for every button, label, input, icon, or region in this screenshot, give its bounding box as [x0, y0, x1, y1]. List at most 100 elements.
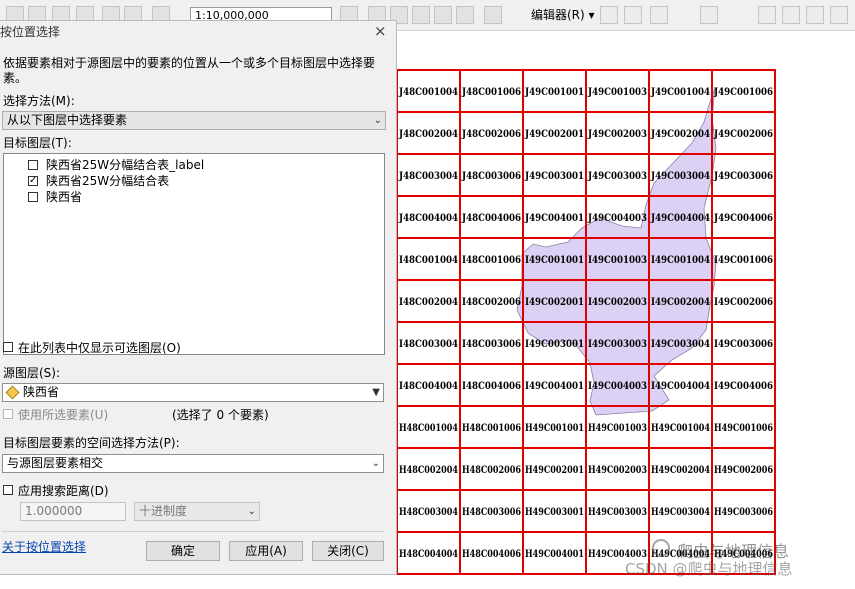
grid-cell-label: I49C002003: [588, 297, 647, 308]
grid-cell-label: I49C001001: [525, 255, 584, 266]
grid-cell-label: J49C004001: [524, 213, 584, 224]
grid-cell-label: J49C002006: [713, 129, 773, 140]
cut-polygons-icon[interactable]: [782, 6, 800, 24]
attributes-icon[interactable]: [830, 6, 848, 24]
grid-cell-label: I49C001003: [588, 255, 647, 266]
grid-cell-label: I48C001006: [462, 255, 521, 266]
grid-cell-label: H48C002006: [462, 465, 521, 476]
selected-count: (选择了 0 个要素): [172, 408, 269, 422]
python-window-icon[interactable]: [456, 6, 474, 24]
grid-cell-label: I48C002004: [399, 297, 458, 308]
grid-cell-label: H49C003004: [651, 507, 710, 518]
grid-cell-label: J49C003004: [650, 171, 710, 182]
grid-cell-label: I48C004006: [462, 381, 521, 392]
grid-cell-label: H48C004004: [399, 549, 458, 560]
grid-cell-label: I49C002001: [525, 297, 584, 308]
method-select[interactable]: 从以下图层中选择要素 ⌄: [2, 111, 386, 130]
grid-cell-label: H48C001006: [462, 423, 521, 434]
chevron-down-icon: ▼: [372, 387, 380, 398]
checkbox[interactable]: ✓: [28, 176, 38, 186]
checkbox[interactable]: [3, 342, 13, 352]
arctoolbox-icon[interactable]: [434, 6, 452, 24]
method-label: 选择方法(M):: [3, 94, 75, 108]
checkbox[interactable]: [3, 409, 13, 419]
grid-cell-label: J49C003003: [587, 171, 647, 182]
grid-cell-label: H48C004006: [462, 549, 521, 560]
grid-cell-label: I49C001006: [714, 255, 773, 266]
chevron-down-icon: ⌄: [371, 458, 380, 469]
edit-tool-icon[interactable]: [600, 6, 618, 24]
grid-cell-label: J49C004006: [713, 213, 773, 224]
apply-button[interactable]: 应用(A): [229, 541, 303, 561]
grid-cell-label: I49C004001: [525, 381, 584, 392]
grid-cell-label: J49C004004: [650, 213, 710, 224]
grid-cell-label: H49C002001: [525, 465, 584, 476]
grid-cell-label: J48C001006: [461, 87, 521, 98]
grid-cell-label: I49C002006: [714, 297, 773, 308]
grid-cell-label: J49C001001: [524, 87, 584, 98]
grid-cell-label: I49C001004: [651, 255, 710, 266]
help-link[interactable]: 关于按位置选择: [2, 538, 86, 555]
grid-cell-label: J49C004003: [587, 213, 647, 224]
grid-cell-label: I48C003004: [399, 339, 458, 350]
grid-cell-label: H49C003003: [588, 507, 647, 518]
target-label: 目标图层(T):: [3, 136, 72, 150]
grid-cell-label: J49C001004: [650, 87, 710, 98]
model-builder-icon[interactable]: [484, 6, 502, 24]
editor-menu[interactable]: 编辑器(R) ▾: [531, 7, 595, 23]
grid-cell-label: I48C004004: [399, 381, 458, 392]
checkbox[interactable]: [3, 485, 13, 495]
grid-cell-label: H48C003006: [462, 507, 521, 518]
source-label: 源图层(S):: [3, 366, 61, 380]
vertex-icon[interactable]: [700, 6, 718, 24]
grid-cell-label: I48C001004: [399, 255, 458, 266]
target-layer-list[interactable]: 陕西省25W分幅结合表_label ✓ 陕西省25W分幅结合表 陕西省: [3, 153, 385, 355]
divider: [2, 531, 384, 532]
search-window-icon[interactable]: [412, 6, 430, 24]
reshape-icon[interactable]: [758, 6, 776, 24]
dialog-description: 依据要素相对于源图层中的要素的位置从一个或多个目标图层中选择要素。: [3, 56, 376, 85]
grid-cell-label: H48C001004: [399, 423, 458, 434]
checkbox[interactable]: [28, 160, 38, 170]
grid-cell-label: J49C002001: [524, 129, 584, 140]
grid-cell-label: H49C002006: [714, 465, 773, 476]
distance-input[interactable]: 1.000000: [20, 502, 126, 521]
spatial-method-label: 目标图层要素的空间选择方法(P):: [3, 436, 180, 450]
grid-cell-label: J48C003006: [461, 171, 521, 182]
map-view[interactable]: J48C001003J48C001004J48C001006J49C001001…: [332, 58, 855, 578]
grid-cell-label: I49C003004: [651, 339, 710, 350]
grid-cell-label: J48C001004: [398, 87, 458, 98]
grid-cell-label: H49C001004: [651, 423, 710, 434]
grid-cell-label: I48C003006: [462, 339, 521, 350]
grid-cell-label: H49C001003: [588, 423, 647, 434]
grid-cell-label: H49C001001: [525, 423, 584, 434]
grid-cell-label: H49C002003: [588, 465, 647, 476]
source-layer-select[interactable]: 陕西省 ▼: [2, 383, 384, 402]
grid-cell-label: J49C001003: [587, 87, 647, 98]
polygon-layer-icon: [5, 385, 20, 400]
close-icon[interactable]: ×: [374, 24, 387, 39]
spatial-method-select[interactable]: 与源图层要素相交 ⌄: [2, 454, 384, 473]
watermark: CSDN @爬虫与地理信息: [625, 560, 793, 578]
ok-button[interactable]: 确定: [146, 541, 220, 561]
map-canvas[interactable]: J48C001003J48C001004J48C001006J49C001001…: [332, 58, 855, 578]
grid-cell-label: H49C002004: [651, 465, 710, 476]
grid-cell-label: I48C002006: [462, 297, 521, 308]
rotate-icon[interactable]: [806, 6, 824, 24]
grid-cell-label: J48C004006: [461, 213, 521, 224]
grid-cell-label: J48C002004: [398, 129, 458, 140]
distance-unit-select[interactable]: 十进制度 ⌄: [134, 502, 260, 521]
close-button[interactable]: 关闭(C): [312, 541, 384, 561]
grid-cell-label: I49C004006: [714, 381, 773, 392]
checkbox[interactable]: [28, 192, 38, 202]
watermark-logo-icon: [652, 539, 670, 557]
grid-cell-label: I49C004003: [588, 381, 647, 392]
grid-cell-label: H49C001006: [714, 423, 773, 434]
grid-cell-label: J49C003006: [713, 171, 773, 182]
edit-annotation-icon[interactable]: [624, 6, 642, 24]
chevron-down-icon: ⌄: [373, 115, 382, 126]
grid-cell-label: J49C002003: [587, 129, 647, 140]
grid-cell-label: J48C002006: [461, 129, 521, 140]
straight-segment-icon[interactable]: [650, 6, 668, 24]
grid-cell-label: I49C003001: [525, 339, 584, 350]
